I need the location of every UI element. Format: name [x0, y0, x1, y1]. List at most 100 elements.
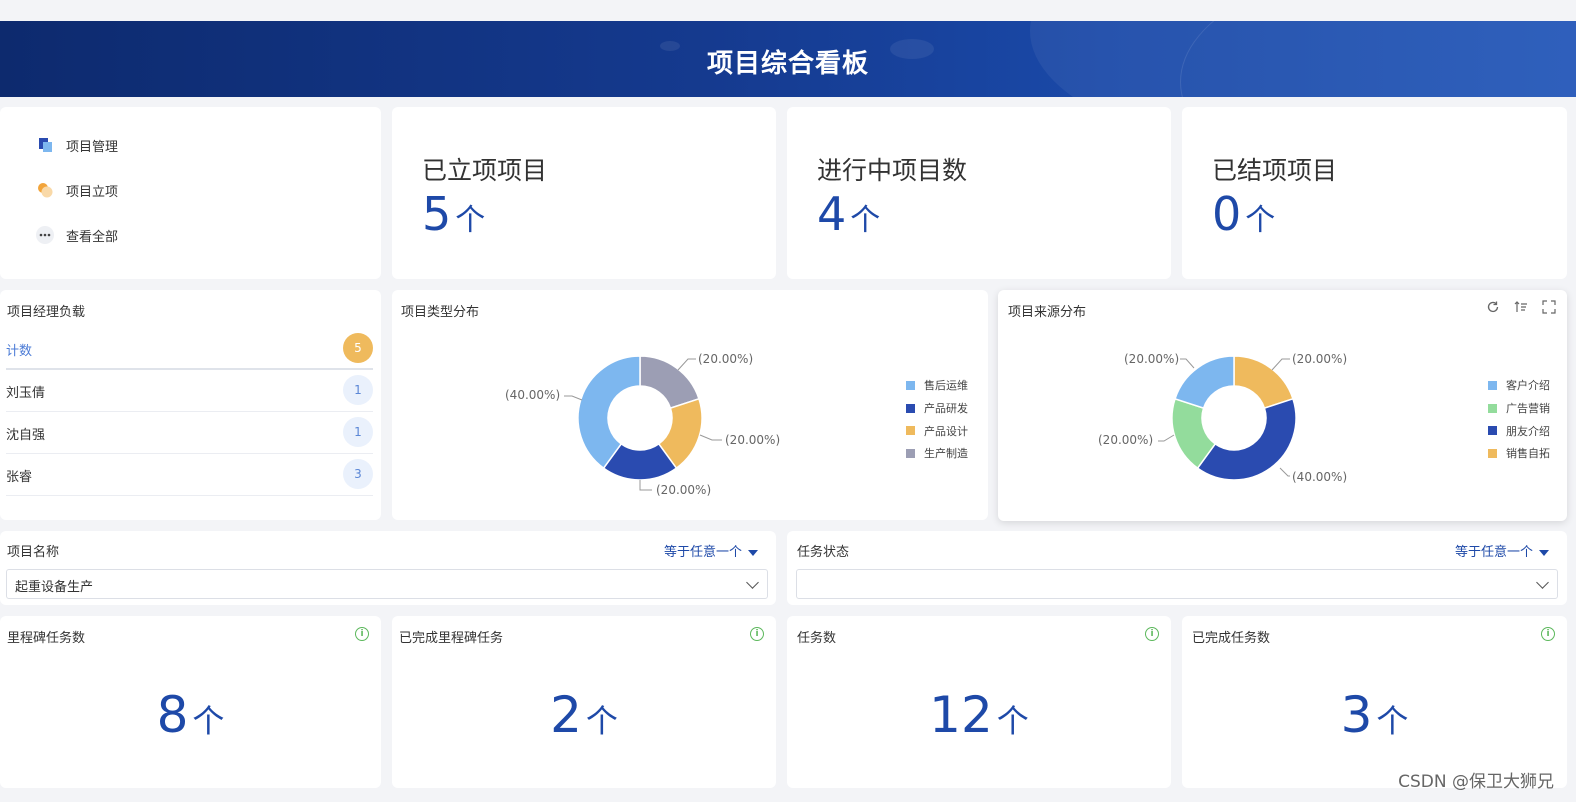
info-icon[interactable]: i	[1145, 627, 1159, 641]
slice-label: (20.00%)	[725, 433, 781, 447]
legend-item[interactable]: 售后运维	[906, 374, 968, 397]
manager-name: 沈自强	[6, 428, 46, 443]
kpi-value: 12 个	[929, 686, 1029, 744]
legend-item[interactable]: 产品研发	[906, 397, 968, 420]
quick-link-label: 查看全部	[66, 229, 119, 245]
leader-line	[1158, 434, 1175, 442]
kpi-title: 已完成里程碑任务	[399, 631, 504, 646]
watermark: CSDN @保卫大狮兄	[1398, 772, 1554, 792]
project-manage-icon	[36, 136, 54, 154]
fullscreen-icon[interactable]	[1542, 300, 1556, 314]
kpi-card-completed-milestone-tasks: 已完成里程碑任务 i 2个	[392, 616, 776, 788]
project-type-chart-card: 项目类型分布 (20.00%) (20.00%) (20.00%) (40.00…	[392, 290, 988, 520]
manager-name: 刘玉倩	[6, 386, 46, 401]
quick-link-label: 项目管理	[66, 139, 119, 155]
sort-icon[interactable]	[1514, 300, 1528, 314]
card-title: 项目经理负载	[7, 305, 86, 320]
manager-row[interactable]: 张睿 3	[6, 454, 373, 496]
legend-item[interactable]: 广告营销	[1488, 397, 1550, 420]
stat-label: 已结项项目	[1212, 156, 1338, 185]
project-initiate-icon	[36, 181, 54, 199]
kpi-value: 3个	[1340, 686, 1409, 744]
manager-total-row[interactable]: 计数 5	[6, 328, 373, 370]
slice-label: (20.00%)	[656, 483, 712, 497]
stat-value: 4个	[817, 187, 881, 241]
kpi-value: 2个	[550, 686, 618, 744]
filter-label: 任务状态	[797, 545, 850, 560]
info-icon[interactable]: i	[750, 627, 764, 641]
dashboard-title: 项目综合看板	[706, 49, 869, 79]
project-name-select[interactable]: 起重设备生产	[6, 569, 768, 599]
donut-slice-销售自拓[interactable]	[1233, 355, 1294, 410]
leader-line	[1180, 358, 1195, 369]
slice-label: (20.00%)	[1098, 433, 1154, 447]
task-status-filter: 任务状态 等于任意一个	[787, 531, 1567, 605]
kpi-value: 8个	[156, 686, 225, 744]
quick-link-label: 项目立项	[66, 184, 119, 200]
legend-item[interactable]: 销售自拓	[1488, 442, 1550, 465]
project-name-filter: 项目名称 等于任意一个 起重设备生产	[0, 531, 776, 605]
kpi-title: 已完成任务数	[1192, 631, 1271, 646]
manager-name: 张睿	[6, 470, 33, 485]
caret-down-icon	[748, 549, 758, 556]
slice-label: (20.00%)	[1124, 352, 1180, 366]
manager-row[interactable]: 沈自强 1	[6, 412, 373, 454]
donut-slice-朋友介绍[interactable]	[1196, 397, 1297, 481]
chevron-down-icon	[746, 576, 759, 589]
more-icon	[36, 226, 54, 244]
quick-link-view-all[interactable]: 查看全部	[36, 225, 118, 245]
filter-mode-dropdown[interactable]: 等于任意一个	[1455, 541, 1549, 560]
select-value: 起重设备生产	[15, 580, 94, 595]
leader-line	[1271, 358, 1290, 371]
caret-down-icon	[1539, 549, 1549, 556]
count-badge: 1	[343, 375, 373, 405]
leader-line	[564, 395, 583, 401]
task-status-select[interactable]	[796, 569, 1558, 599]
legend-item[interactable]: 产品设计	[906, 419, 968, 442]
info-icon[interactable]: i	[355, 627, 369, 641]
leader-line	[677, 358, 696, 371]
stat-value: 5个	[422, 187, 486, 241]
chart-legend: 售后运维 产品研发 产品设计 生产制造	[906, 374, 968, 465]
stat-card-in-progress: 进行中项目数 4个	[787, 107, 1171, 279]
legend-item[interactable]: 生产制造	[906, 442, 968, 465]
quick-links-card: 项目管理 项目立项 查看全部	[0, 107, 381, 279]
kpi-card-milestone-tasks: 里程碑任务数 i 8个	[0, 616, 381, 788]
chevron-down-icon	[1536, 576, 1549, 589]
stat-label: 已立项项目	[422, 156, 548, 185]
stat-label: 进行中项目数	[817, 156, 968, 185]
total-badge: 5	[343, 333, 373, 363]
total-label: 计数	[6, 344, 33, 359]
leader-line	[639, 480, 652, 491]
donut-slice-客户介绍[interactable]	[1174, 355, 1235, 410]
leader-line	[1279, 467, 1290, 477]
dashboard-banner: 项目综合看板	[0, 21, 1576, 97]
leader-line	[699, 434, 722, 441]
chart-legend: 客户介绍 广告营销 朋友介绍 销售自拓	[1488, 374, 1550, 465]
slice-label: (40.00%)	[505, 388, 561, 402]
info-icon[interactable]: i	[1541, 627, 1555, 641]
project-source-donut	[1158, 355, 1297, 481]
donut-slice-生产制造[interactable]	[639, 355, 700, 410]
kpi-title: 任务数	[797, 631, 837, 646]
filter-label: 项目名称	[7, 545, 60, 560]
count-badge: 3	[343, 459, 373, 489]
stat-card-closed: 已结项项目 0个	[1182, 107, 1567, 279]
slice-label: (20.00%)	[698, 352, 754, 366]
legend-item[interactable]: 朋友介绍	[1488, 419, 1550, 442]
count-badge: 1	[343, 417, 373, 447]
refresh-icon[interactable]	[1486, 300, 1500, 314]
stat-value: 0个	[1212, 187, 1276, 241]
stat-card-initiated: 已立项项目 5个	[392, 107, 776, 279]
manager-row[interactable]: 刘玉倩 1	[6, 370, 373, 412]
slice-label: (40.00%)	[1292, 470, 1348, 484]
quick-link-project-manage[interactable]: 项目管理	[36, 135, 118, 155]
quick-link-project-initiate[interactable]: 项目立项	[36, 180, 118, 200]
legend-item[interactable]: 客户介绍	[1488, 374, 1550, 397]
kpi-card-tasks: 任务数 i 12 个	[787, 616, 1171, 788]
filter-mode-dropdown[interactable]: 等于任意一个	[664, 541, 758, 560]
manager-load-card: 项目经理负载 计数 5 刘玉倩 1 沈自强 1 张睿 3	[0, 290, 381, 520]
kpi-title: 里程碑任务数	[7, 631, 86, 646]
slice-label: (20.00%)	[1292, 352, 1348, 366]
kpi-card-completed-tasks: 已完成任务数 i 3个	[1182, 616, 1567, 788]
